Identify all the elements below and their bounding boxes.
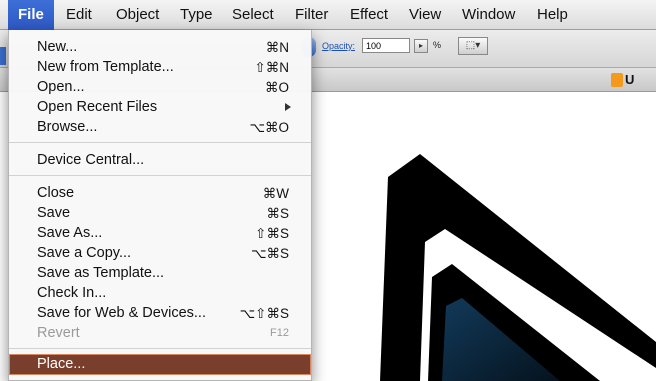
menu-item-save-as[interactable]: Save As... ⇧⌘S — [9, 224, 311, 243]
menu-item-shortcut: ⌘S — [266, 206, 289, 221]
menu-help[interactable]: Help — [537, 0, 568, 30]
menu-item-check-in[interactable]: Check In... — [9, 284, 311, 303]
menu-item-shortcut: ⌘O — [264, 80, 289, 95]
menu-item-label: Save a Copy... — [37, 245, 132, 261]
document-tab[interactable]: U — [625, 72, 634, 87]
submenu-arrow-icon — [285, 103, 291, 111]
menu-item-save-for-web[interactable]: Save for Web & Devices... ⌥⇧⌘S — [9, 304, 311, 323]
menu-item-shortcut: ⌥⇧⌘S — [239, 306, 289, 321]
menu-separator — [9, 175, 311, 176]
menu-item-shortcut: ⇧⌘N — [254, 60, 289, 75]
menu-item-new-from-template[interactable]: New from Template... ⇧⌘N — [9, 58, 311, 77]
menu-edit[interactable]: Edit — [66, 0, 92, 30]
menu-item-place[interactable]: Place... — [9, 354, 311, 375]
illustrator-doc-icon — [611, 73, 623, 87]
menu-bar: File Edit Object Type Select Filter Effe… — [0, 0, 656, 30]
menu-item-open[interactable]: Open... ⌘O — [9, 78, 311, 97]
menu-type[interactable]: Type — [180, 0, 213, 30]
menu-item-label: Revert — [37, 325, 80, 341]
menu-item-save-a-copy[interactable]: Save a Copy... ⌥⌘S — [9, 244, 311, 263]
toolbar-edge — [0, 47, 6, 65]
menu-item-label: New... — [37, 39, 78, 55]
menu-file[interactable]: File — [8, 0, 54, 30]
menu-item-shortcut: F12 — [270, 327, 289, 339]
menu-item-shortcut: ⌥⌘S — [250, 246, 289, 261]
menu-item-label: Device Central... — [37, 152, 145, 168]
menu-item-save[interactable]: Save ⌘S — [9, 204, 311, 223]
menu-item-close[interactable]: Close ⌘W — [9, 184, 311, 203]
menu-item-label: Place... — [37, 356, 86, 372]
menu-item-label: Save As... — [37, 225, 103, 241]
menu-filter[interactable]: Filter — [295, 0, 328, 30]
menu-item-browse[interactable]: Browse... ⌥⌘O — [9, 118, 311, 137]
menu-item-device-central[interactable]: Device Central... — [9, 151, 311, 170]
menu-item-label: Browse... — [37, 119, 98, 135]
style-swatch-icon: ⬚▾ — [465, 40, 481, 51]
menu-effect[interactable]: Effect — [350, 0, 388, 30]
menu-view[interactable]: View — [409, 0, 441, 30]
menu-item-label: Close — [37, 185, 75, 201]
menu-item-label: Save as Template... — [37, 265, 165, 281]
menu-item-open-recent[interactable]: Open Recent Files — [9, 98, 311, 117]
menu-item-label: New from Template... — [37, 59, 174, 75]
opacity-input[interactable]: 100 — [362, 38, 410, 53]
menu-item-revert: Revert F12 — [9, 324, 311, 343]
menu-separator — [9, 348, 311, 349]
menu-item-shortcut: ⌥⌘O — [249, 120, 289, 135]
menu-select[interactable]: Select — [232, 0, 274, 30]
menu-item-label: Check In... — [37, 285, 107, 301]
menu-window[interactable]: Window — [462, 0, 515, 30]
menu-item-label: Open Recent Files — [37, 99, 158, 115]
opacity-percent-label: % — [433, 40, 442, 50]
file-menu: New... ⌘N New from Template... ⇧⌘N Open.… — [8, 30, 312, 381]
menu-item-shortcut: ⇧⌘S — [255, 226, 289, 241]
opacity-label[interactable]: Opacity: — [322, 41, 355, 51]
menu-object[interactable]: Object — [116, 0, 159, 30]
menu-item-shortcut: ⌘N — [265, 40, 289, 55]
menu-item-label: Save — [37, 205, 71, 221]
opacity-arrow-icon[interactable]: ▸ — [414, 39, 428, 53]
menu-item-new[interactable]: New... ⌘N — [9, 38, 311, 57]
menu-item-save-as-template[interactable]: Save as Template... — [9, 264, 311, 283]
menu-item-label: Save for Web & Devices... — [37, 305, 206, 321]
graphic-style-button[interactable]: ⬚▾ — [458, 37, 488, 55]
menu-separator — [9, 142, 311, 143]
menu-item-label: Open... — [37, 79, 85, 95]
menu-item-shortcut: ⌘W — [262, 186, 289, 201]
